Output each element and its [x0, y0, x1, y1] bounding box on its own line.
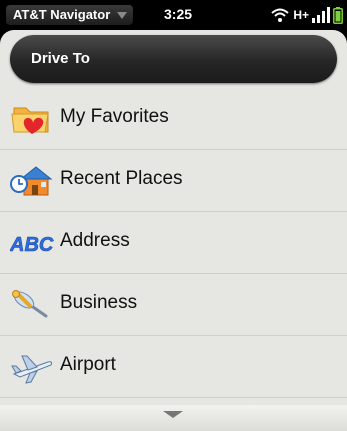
status-icons: H+ — [270, 5, 343, 25]
scroll-footer[interactable] — [0, 405, 347, 431]
recent-places-icon — [10, 166, 53, 196]
folder-heart-icon — [11, 107, 49, 134]
dropdown-arrow-icon — [117, 11, 128, 19]
menu-item-address[interactable]: ABC Address — [0, 212, 347, 274]
menu-item-my-favorites[interactable]: My Favorites — [0, 88, 347, 150]
clock: 3:25 — [164, 6, 193, 22]
battery-icon — [333, 6, 343, 24]
destination-list: My Favorites Recent Places ABC Address B… — [0, 88, 347, 398]
drive-to-header: Drive To — [10, 35, 337, 83]
scroll-down-arrow-icon[interactable] — [163, 411, 183, 418]
wifi-icon — [271, 8, 289, 22]
status-bar: AT&T Navigator 3:25 H+ — [0, 0, 347, 30]
airplane-icon — [11, 355, 53, 384]
pushpin-icon — [12, 290, 48, 318]
page-title: Drive To — [31, 50, 90, 67]
main-panel: Drive To My Favorites Recent Places ABC … — [0, 30, 347, 431]
menu-item-business[interactable]: Business — [0, 274, 347, 336]
menu-item-label: Business — [60, 292, 138, 313]
signal-bars-icon — [312, 7, 330, 23]
menu-item-label: My Favorites — [60, 106, 169, 127]
app-name: AT&T Navigator — [13, 7, 111, 22]
menu-item-label: Address — [60, 230, 130, 251]
app-menu-button[interactable]: AT&T Navigator — [6, 5, 134, 25]
network-type: H+ — [293, 8, 309, 22]
menu-item-airport[interactable]: Airport — [0, 336, 347, 398]
menu-item-recent-places[interactable]: Recent Places — [0, 150, 347, 212]
abc-icon: ABC — [10, 234, 54, 257]
menu-item-label: Recent Places — [60, 168, 183, 189]
svg-text:ABC: ABC — [10, 234, 54, 256]
menu-item-label: Airport — [60, 354, 116, 375]
